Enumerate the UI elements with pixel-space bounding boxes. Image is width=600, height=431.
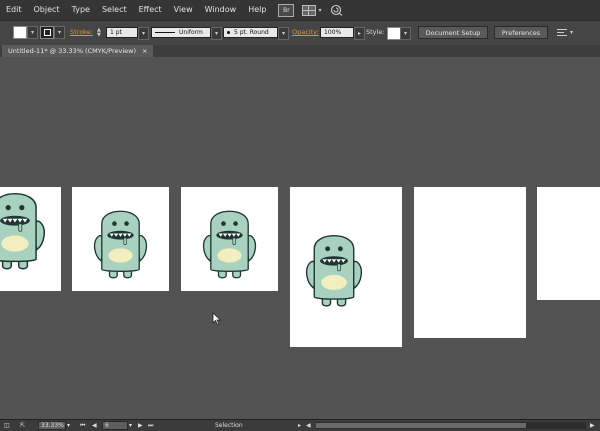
monster-illustration-3[interactable] [181,187,278,291]
menu-select[interactable]: Select [96,0,133,20]
bridge-button[interactable]: Br [278,3,295,17]
horizontal-scrollbar-thumb[interactable] [316,423,526,428]
stroke-panel-link[interactable]: Stroke: [70,26,93,39]
stroke-color-swatch[interactable] [40,26,54,39]
control-bar: ▾ ▾ Stroke: ▲ ▼ 1 pt ▾ Uniform ▾ 5 pt. R… [0,20,600,46]
workspace-spiral-icon[interactable] [329,4,343,16]
menu-edit[interactable]: Edit [0,0,28,20]
mouse-cursor-icon [212,312,222,326]
document-tab-title: Untitled-11* @ 33.33% (CMYK/Preview) [8,47,137,55]
dropdown-arrow-icon: ▾ [318,6,322,14]
monster-illustration-1[interactable] [0,187,61,291]
brush-definition-field[interactable]: 5 pt. Round [223,27,278,38]
close-icon[interactable]: × [142,45,147,57]
document-tab[interactable]: Untitled-11* @ 33.33% (CMYK/Preview) × [2,45,154,57]
zoom-level-field[interactable]: 33.33% [38,421,66,430]
last-artboard-icon[interactable]: ⏭ [148,421,153,430]
monster-illustration-2[interactable] [72,187,169,291]
opacity-field[interactable]: 100% [320,27,354,38]
graphic-style-swatch[interactable] [387,27,401,40]
style-dropdown-icon[interactable]: ▾ [400,27,411,40]
menu-effect[interactable]: Effect [133,0,168,20]
style-label: Style: [366,28,385,36]
brush-dropdown-icon[interactable]: ▾ [278,27,289,40]
variable-width-profile-label: Uniform [179,29,203,36]
stroke-dropdown-icon[interactable]: ▾ [54,26,65,39]
align-options-icon[interactable] [557,26,569,39]
menu-object[interactable]: Object [28,0,66,20]
menu-app-icons: Br ▾ [278,3,343,17]
stroke-weight-field[interactable]: 1 pt [106,27,138,38]
stroke-swatch-inner-icon [43,29,51,36]
stroke-weight-dropdown-icon[interactable]: ▾ [138,27,149,40]
fit-artboard-icon[interactable]: ⇱ [20,421,25,430]
round-brush-icon [227,31,230,34]
opacity-panel-link[interactable]: Opacity: [292,26,319,39]
preferences-button[interactable]: Preferences [494,26,548,39]
uniform-line-icon [155,32,175,33]
status-menu-icon[interactable]: ▸ [298,421,301,430]
artboard-6[interactable] [537,187,600,300]
zoom-dropdown-icon[interactable]: ▾ [67,421,70,430]
control-panel-menu-icon[interactable]: ▾ [570,26,573,39]
previous-artboard-icon[interactable]: ◀ [92,421,97,430]
opacity-dropdown-icon[interactable]: ▸ [354,27,365,40]
canvas[interactable] [0,57,600,419]
scroll-left-icon[interactable]: ◀ [306,421,311,430]
menu-view[interactable]: View [168,0,199,20]
arrange-documents-icon [302,4,317,16]
artboard-navigator-icon[interactable]: ◫ [4,421,10,430]
current-tool-label: Selection [215,422,243,429]
next-artboard-icon[interactable]: ▶ [138,421,143,430]
first-artboard-icon[interactable]: ⏮ [80,421,85,430]
menu-window[interactable]: Window [199,0,243,20]
menu-help[interactable]: Help [242,0,272,20]
document-setup-button[interactable]: Document Setup [418,26,488,39]
artboard-dropdown-icon[interactable]: ▾ [129,421,132,430]
profile-dropdown-icon[interactable]: ▾ [211,27,222,40]
artboard-5[interactable] [414,187,526,338]
stroke-weight-stepper[interactable]: ▲ ▼ [97,26,105,39]
menu-bar: Edit Object Type Select Effect View Wind… [0,0,600,20]
variable-width-profile-field[interactable]: Uniform [151,27,211,38]
stepper-down-icon[interactable]: ▼ [97,32,105,38]
status-bar: ◫ ⇱ 33.33% ▾ ⏮ ◀ 6 ▾ ▶ ⏭ Selection ▸ ◀ ▶ [0,419,600,431]
menu-type[interactable]: Type [66,0,96,20]
arrange-documents-button[interactable]: ▾ [302,4,322,16]
fill-dropdown-icon[interactable]: ▾ [27,26,38,39]
brush-definition-label: 5 pt. Round [234,29,269,36]
fill-color-swatch[interactable] [13,26,27,39]
document-tab-bar: Untitled-11* @ 33.33% (CMYK/Preview) × [0,45,600,57]
horizontal-scrollbar-track[interactable] [316,422,586,429]
artboard-number-field[interactable]: 6 [102,421,128,430]
monster-illustration-4[interactable] [290,187,402,347]
scroll-right-icon[interactable]: ▶ [590,421,595,430]
